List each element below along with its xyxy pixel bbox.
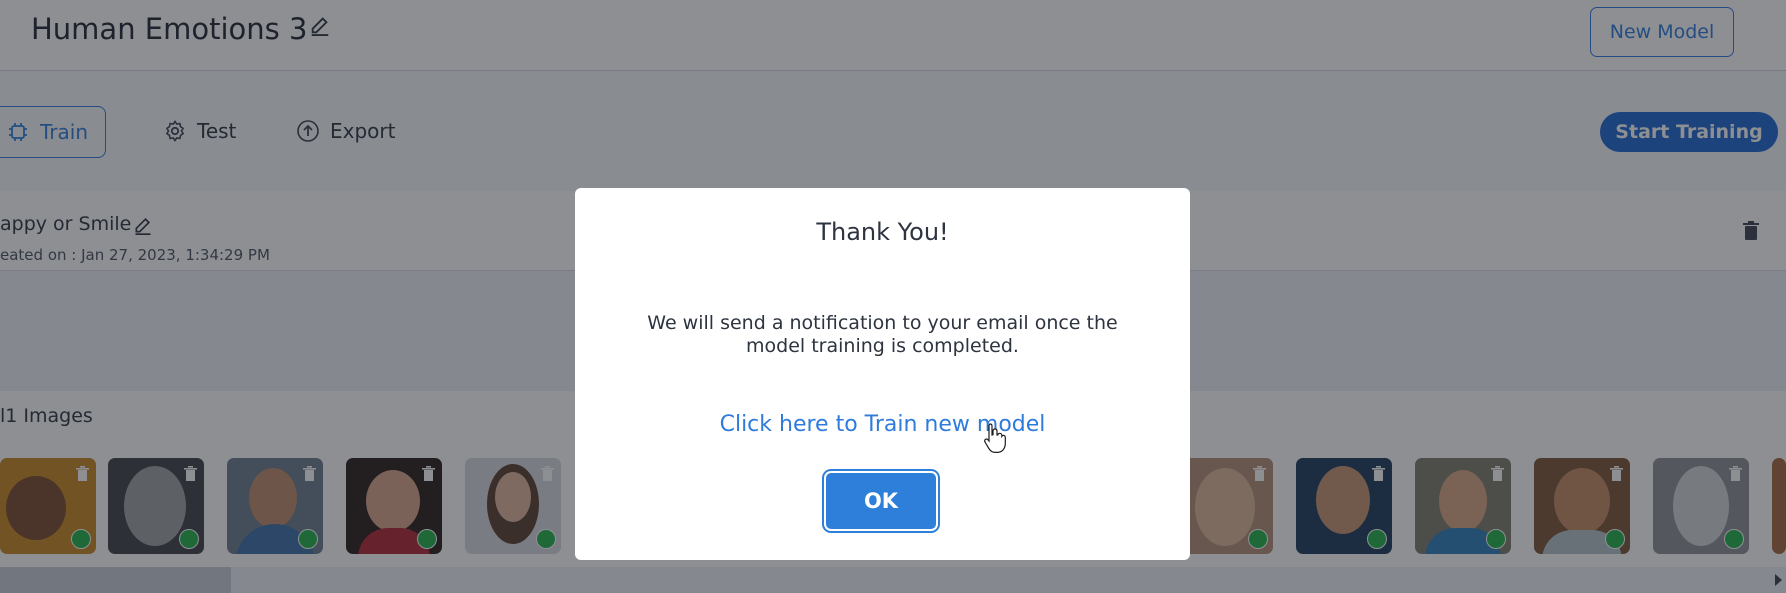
app-page: Human Emotions 3 New Model Train Test: [0, 0, 1786, 593]
dialog-title: Thank You!: [816, 218, 949, 246]
hand-cursor-icon: [984, 423, 1006, 453]
ok-button[interactable]: OK: [826, 473, 936, 529]
thank-you-dialog: Thank You! We will send a notification t…: [575, 188, 1190, 560]
dialog-message: We will send a notification to your emai…: [647, 312, 1118, 357]
train-new-model-link[interactable]: Click here to Train new model: [575, 412, 1190, 437]
